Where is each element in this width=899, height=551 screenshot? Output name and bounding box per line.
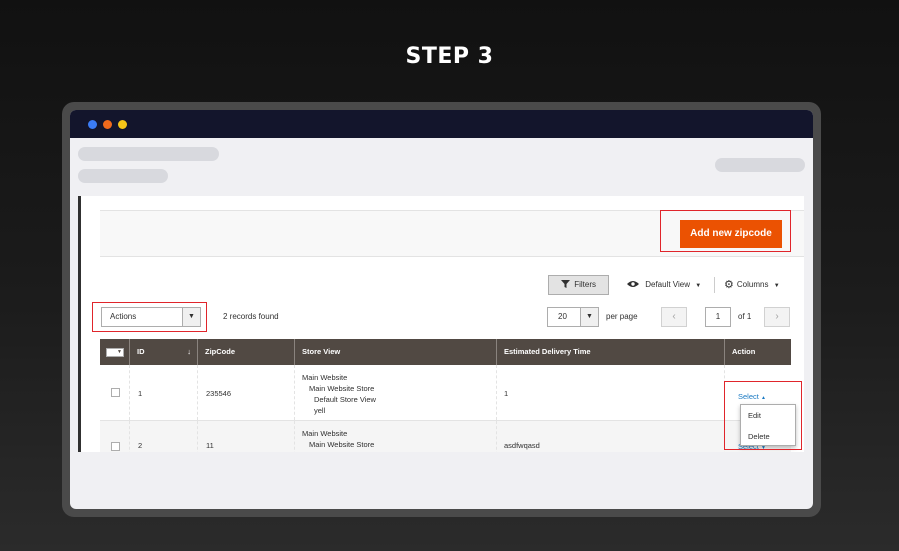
window-dot-yellow [118, 120, 127, 129]
select-all-header[interactable]: ▼ [100, 339, 130, 365]
row-id: 2 [138, 441, 143, 450]
delivery-time-cell: 1 [497, 365, 725, 420]
store-view-line: Default Store View [314, 395, 376, 404]
highlight-action-menu [724, 381, 802, 450]
id-cell: 2 [130, 421, 198, 452]
eye-icon [627, 280, 645, 289]
browser-screen: Add new zipcode Filters Default View ▼ ⚙… [70, 110, 813, 509]
per-page-select[interactable]: 20 ▼ [547, 307, 599, 327]
column-header-store-view[interactable]: Store View [295, 339, 497, 365]
records-found: 2 records found [223, 312, 279, 321]
highlight-add-button [660, 210, 791, 252]
table-row: 1 235546 Main Website Main Website Store… [100, 365, 791, 421]
row-zipcode: 11 [206, 441, 214, 450]
columns-label: Columns [736, 280, 769, 289]
placeholder-subtitle-bar [78, 169, 168, 183]
store-view-cell: Main Website Main Website Store [295, 421, 497, 452]
row-zipcode: 235546 [206, 389, 232, 398]
grid-header-row: ▼ ID ↓ ZipCode Store View Estimated Deli… [100, 339, 791, 365]
admin-content-panel: Add new zipcode Filters Default View ▼ ⚙… [78, 196, 804, 452]
column-header-zipcode[interactable]: ZipCode [198, 339, 295, 365]
row-delivery-time: asdfwqasd [504, 441, 540, 450]
zipcode-cell: 11 [198, 421, 295, 452]
row-checkbox[interactable] [111, 442, 120, 451]
store-view-line: yell [314, 406, 326, 415]
store-view-line: Main Website [302, 373, 348, 382]
default-view-dropdown[interactable]: Default View ▼ [627, 275, 711, 295]
step-title: STEP 3 [405, 44, 494, 69]
page-number-value: 1 [715, 312, 721, 321]
columns-dropdown[interactable]: ⚙ Columns ▼ [724, 275, 794, 295]
store-view-line: Main Website Store [309, 440, 375, 449]
toolbar-divider [714, 277, 715, 293]
funnel-icon [560, 280, 574, 289]
per-page-label: per page [606, 312, 638, 321]
row-checkbox-cell [100, 365, 130, 420]
chevron-down-icon: ▼ [773, 283, 780, 289]
store-view-line: Main Website Store [309, 384, 375, 393]
store-view-line: Main Website [302, 429, 348, 438]
chevron-down-icon: ▼ [695, 283, 702, 289]
store-view-cell: Main Website Main Website Store Default … [295, 365, 497, 420]
placeholder-user-bar [715, 158, 805, 172]
sort-arrow-icon: ↓ [187, 347, 191, 356]
column-header-delivery-time[interactable]: Estimated Delivery Time [497, 339, 725, 365]
caret-down-icon: ▼ [117, 349, 122, 355]
page-number-input[interactable]: 1 [705, 307, 731, 327]
window-dot-orange [103, 120, 112, 129]
default-view-label: Default View [645, 280, 690, 289]
row-checkbox[interactable] [111, 388, 120, 397]
chevron-right-icon: › [775, 311, 779, 322]
column-header-label: Action [732, 347, 756, 356]
column-header-action: Action [725, 339, 791, 365]
filters-button[interactable]: Filters [548, 275, 609, 295]
caret-down-icon[interactable]: ▼ [580, 308, 598, 326]
table-row: 2 11 Main Website Main Website Store asd… [100, 421, 791, 452]
browser-mockup: Add new zipcode Filters Default View ▼ ⚙… [62, 102, 821, 517]
column-header-id[interactable]: ID ↓ [130, 339, 198, 365]
column-header-label: ID [137, 347, 145, 356]
page-total: of 1 [738, 312, 752, 321]
row-id: 1 [138, 389, 143, 398]
id-cell: 1 [130, 365, 198, 420]
column-header-label: ZipCode [205, 347, 235, 356]
gear-icon: ⚙ [724, 279, 734, 291]
previous-page-button[interactable]: ‹ [661, 307, 687, 327]
delivery-time-cell: asdfwqasd [497, 421, 725, 452]
row-delivery-time: 1 [504, 389, 509, 398]
chevron-left-icon: ‹ [672, 311, 676, 322]
zipcode-cell: 235546 [198, 365, 295, 420]
next-page-button[interactable]: › [764, 307, 790, 327]
column-header-label: Estimated Delivery Time [504, 347, 591, 356]
column-header-label: Store View [302, 347, 341, 356]
highlight-actions-select [92, 302, 207, 332]
row-checkbox-cell [100, 421, 130, 452]
placeholder-title-bar [78, 147, 219, 161]
window-dot-blue [88, 120, 97, 129]
filters-label: Filters [574, 280, 596, 289]
browser-titlebar [70, 110, 813, 138]
per-page-value: 20 [558, 312, 567, 321]
